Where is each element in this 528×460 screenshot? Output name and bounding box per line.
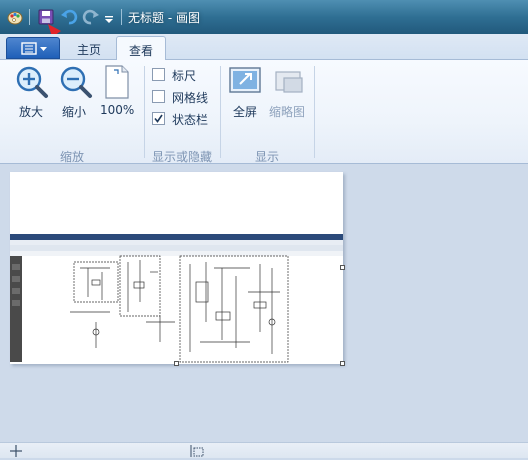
- resize-handle-right[interactable]: [340, 265, 345, 270]
- drawing-canvas[interactable]: [10, 172, 345, 366]
- actual-size-label: 100%: [100, 103, 135, 117]
- show-hide-group-label: 显示或隐藏: [151, 150, 212, 164]
- gridlines-label: 网格线: [172, 91, 209, 105]
- magnifier-plus-icon: [16, 66, 48, 98]
- zoom-out-label: 缩小: [62, 105, 87, 119]
- fullscreen-icon: [229, 67, 261, 93]
- display-group-label: 显示: [254, 150, 279, 164]
- ribbon-tab-strip: 主页 查看: [0, 34, 528, 61]
- zoom-in-label: 放大: [19, 105, 44, 119]
- statusbar-label: 状态栏: [172, 113, 209, 127]
- selection-size-icon: [190, 445, 204, 457]
- crosshair-icon: [10, 445, 22, 457]
- page-100-icon: [105, 65, 129, 99]
- statusbar-checkbox[interactable]: [152, 112, 165, 125]
- group-separator: [144, 66, 145, 158]
- thumbnail-label: 缩略图: [269, 105, 306, 119]
- gridlines-checkbox[interactable]: [152, 90, 165, 103]
- pasted-screenshot-image: [10, 234, 343, 363]
- application-menu-button[interactable]: [6, 37, 60, 59]
- tab-view[interactable]: 查看: [116, 36, 166, 61]
- ruler-checkbox[interactable]: [152, 68, 165, 81]
- magnifier-minus-icon: [60, 66, 92, 98]
- thumbnail-icon: [275, 71, 303, 93]
- tab-home[interactable]: 主页: [66, 36, 112, 61]
- zoom-group-label: 缩放: [59, 150, 84, 164]
- status-bar: [0, 442, 528, 458]
- fullscreen-label: 全屏: [233, 105, 258, 119]
- group-separator: [220, 66, 221, 158]
- canvas-workspace: [0, 164, 528, 442]
- checkmark-icon: [154, 114, 163, 123]
- ruler-label: 标尺: [172, 69, 197, 83]
- ribbon-panel: 放大 缩小 100% 缩放 标尺 网格线 状态栏 显示或隐藏 全屏 缩略图 显示: [0, 60, 528, 164]
- resize-handle-corner[interactable]: [340, 361, 345, 366]
- resize-handle-bottom[interactable]: [174, 361, 179, 366]
- group-separator: [314, 66, 315, 158]
- application-menu-icon: [21, 42, 47, 55]
